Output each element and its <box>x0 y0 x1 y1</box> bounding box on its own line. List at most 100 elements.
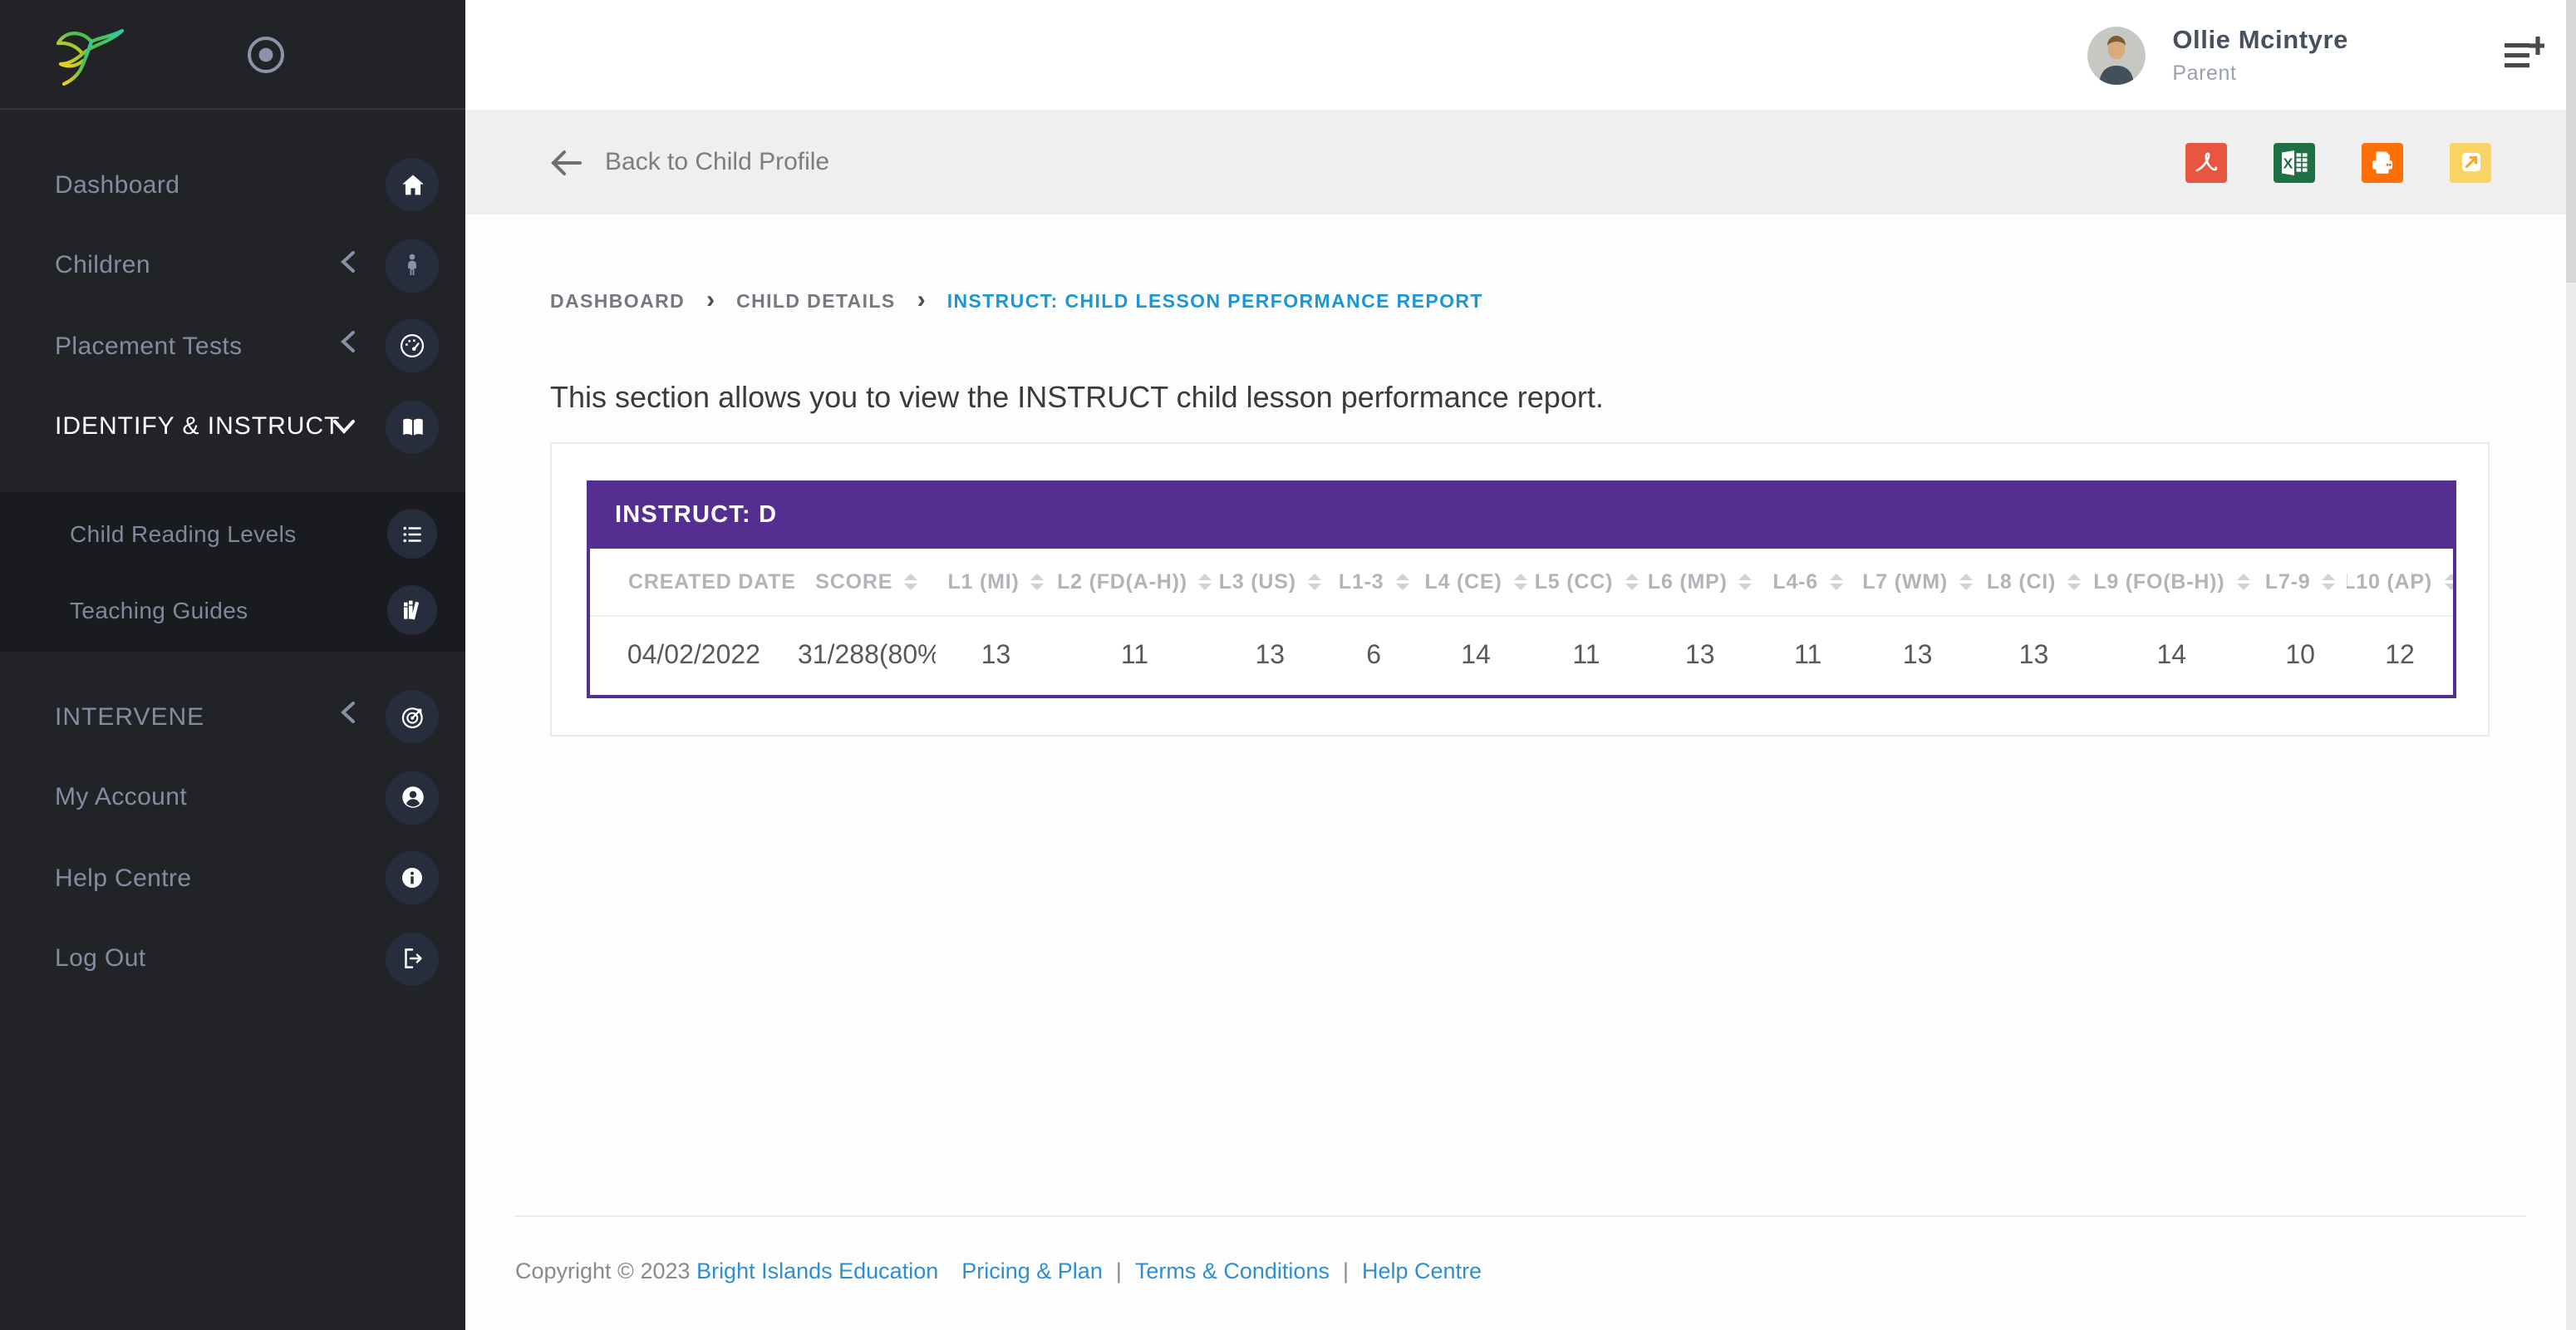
cell-value: 13 <box>2019 641 2049 671</box>
report-card: INSTRUCT: D CREATED DATE SCORE L1 (MI)L2 (… <box>550 442 2490 736</box>
sort-icon[interactable] <box>1396 574 1409 590</box>
book-open-icon[interactable] <box>386 401 439 454</box>
sort-icon[interactable] <box>1959 574 1973 590</box>
sidebar-item-my-account[interactable]: My Account <box>0 757 465 838</box>
column-header-l4-6[interactable]: L4-6 <box>1759 549 1857 615</box>
sidebar-item-children[interactable]: Children <box>0 225 465 306</box>
sidebar-item-label: My Account <box>55 784 187 812</box>
table-cell: 14 <box>2089 617 2254 695</box>
back-arrow-icon <box>550 149 582 175</box>
column-header-l7-wm[interactable]: L7 (WM) <box>1857 549 1979 615</box>
table-row: 04/02/2022231/288(80%)131113614111311131… <box>590 617 2453 695</box>
add-list-icon[interactable] <box>2505 37 2544 73</box>
logout-icon[interactable] <box>386 933 439 986</box>
cell-value: 11 <box>1121 641 1148 671</box>
table-header-row: CREATED DATE SCORE L1 (MI)L2 (FD(A-H))L3 (… <box>590 549 2453 617</box>
sidebar-item-label: Placement Tests <box>55 332 243 361</box>
sort-icon[interactable] <box>1739 574 1753 590</box>
sort-icon[interactable] <box>2236 574 2249 590</box>
avatar[interactable] <box>2087 26 2146 84</box>
list-icon[interactable] <box>387 509 437 559</box>
sidebar-collapse-toggle-icon[interactable] <box>244 33 288 76</box>
user-icon[interactable] <box>386 771 439 825</box>
page-scrollbar[interactable] <box>2566 0 2576 1330</box>
sidebar-item-intervene[interactable]: INTERVENE <box>0 677 465 757</box>
column-header-label: L5 (CC) <box>1535 570 1614 594</box>
sidebar-item-help-centre[interactable]: Help Centre <box>0 838 465 919</box>
column-header-l10-ap[interactable]: L10 (AP) <box>2347 549 2453 615</box>
info-icon[interactable] <box>386 852 439 905</box>
column-header-l4-ce[interactable]: L4 (CE) <box>1420 549 1531 615</box>
sort-icon[interactable] <box>1514 574 1527 590</box>
excel-export-icon[interactable]: X <box>2274 142 2315 182</box>
column-header-label: L3 (US) <box>1219 570 1296 594</box>
column-header-l2-fd-a-h[interactable]: L2 (FD(A-H)) <box>1057 549 1213 615</box>
secondary-toolbar: Back to Child Profile X <box>465 110 2576 214</box>
sort-icon[interactable] <box>1625 574 1638 590</box>
column-header-l5-cc[interactable]: L5 (CC) <box>1531 549 1641 615</box>
column-header-l8-ci[interactable]: L8 (CI) <box>1979 549 2090 615</box>
column-header-l9-fo-b-h[interactable]: L9 (FO(B-H)) <box>2089 549 2254 615</box>
cell-value: 14 <box>1461 641 1491 671</box>
column-header-score[interactable]: SCORE <box>798 549 936 615</box>
intro-text: This section allows you to view the INST… <box>550 381 2491 416</box>
column-header-l3-us[interactable]: L3 (US) <box>1212 549 1327 615</box>
sort-icon[interactable] <box>1308 574 1321 590</box>
sidebar-logo-row <box>0 0 465 110</box>
sidebar-item-identify-instruct[interactable]: IDENTIFY & INSTRUCT <box>0 387 465 467</box>
sidebar-item-label: INTERVENE <box>55 703 204 732</box>
sort-icon[interactable] <box>2444 574 2453 590</box>
user-menu[interactable]: Ollie Mcintyre Parent <box>2087 0 2544 110</box>
column-header-l1-mi[interactable]: L1 (MI) <box>936 549 1057 615</box>
breadcrumb-item-child-details[interactable]: CHILD DETAILS <box>736 292 896 312</box>
sidebar-item-log-out[interactable]: Log Out <box>0 919 465 999</box>
sidebar-item-teaching-guides[interactable]: Teaching Guides <box>0 572 465 648</box>
breadcrumb-active-item: INSTRUCT: CHILD LESSON PERFORMANCE REPOR… <box>947 292 1483 312</box>
sidebar-item-child-reading-levels[interactable]: Child Reading Levels <box>0 495 465 572</box>
column-header-label: L1-3 <box>1339 570 1384 594</box>
cell-value: 10 <box>2285 641 2315 671</box>
footer-link-pricing-plan[interactable]: Pricing & Plan <box>961 1258 1103 1283</box>
column-header-created-date[interactable]: CREATED DATE <box>590 549 798 615</box>
footer-inner: Copyright © 2023 Bright Islands Educatio… <box>515 1258 1482 1283</box>
table-title: INSTRUCT: D <box>615 501 777 528</box>
back-to-child-profile-link[interactable]: Back to Child Profile <box>550 148 829 176</box>
cell-value: 13 <box>1685 641 1715 671</box>
footer-link-help-centre[interactable]: Help Centre <box>1362 1258 1482 1283</box>
column-header-label: SCORE <box>815 570 892 594</box>
footer-link-brand[interactable]: Bright Islands Education <box>696 1258 938 1283</box>
column-header-label: L10 (AP) <box>2347 570 2432 594</box>
gauge-icon[interactable] <box>386 320 439 373</box>
home-icon[interactable] <box>386 159 439 212</box>
column-header-l6-mp[interactable]: L6 (MP) <box>1641 549 1759 615</box>
pdf-export-icon[interactable] <box>2185 142 2227 182</box>
breadcrumb-item-dashboard[interactable]: DASHBOARD <box>550 292 685 312</box>
sidebar-item-dashboard[interactable]: Dashboard <box>0 145 465 225</box>
page-scrollbar-thumb[interactable] <box>2566 0 2576 283</box>
print-icon[interactable] <box>2362 142 2403 182</box>
sidebar-item-label: Log Out <box>55 945 146 973</box>
column-header-l1-3[interactable]: L1-3 <box>1327 549 1420 615</box>
sort-icon[interactable] <box>1031 574 1045 590</box>
column-header-label: L6 (MP) <box>1648 570 1728 594</box>
child-icon[interactable] <box>386 239 439 293</box>
sort-icon[interactable] <box>2323 574 2336 590</box>
sort-icon[interactable] <box>2067 574 2081 590</box>
sort-icon[interactable] <box>904 574 917 590</box>
user-role: Parent <box>2172 61 2348 84</box>
footer-link-terms-conditions[interactable]: Terms & Conditions <box>1135 1258 1330 1283</box>
target-icon[interactable] <box>386 691 439 744</box>
sidebar-nav-upper: DashboardChildren Placement Tests IDENTIFY… <box>0 145 465 467</box>
column-header-label: L4 (CE) <box>1425 570 1502 594</box>
sort-icon[interactable] <box>1199 574 1212 590</box>
back-link-label: Back to Child Profile <box>605 148 829 176</box>
sort-icon[interactable] <box>1830 574 1843 590</box>
sidebar-submenu: Child Reading LevelsTeaching Guides <box>0 492 465 652</box>
sidebar-item-placement-tests[interactable]: Placement Tests <box>0 306 465 387</box>
books-icon[interactable] <box>387 585 437 635</box>
expand-icon[interactable] <box>2450 142 2491 182</box>
table-cell: 04/02/2022 <box>590 617 798 695</box>
footer-separator: | <box>1116 1258 1122 1283</box>
hummingbird-logo-icon[interactable] <box>45 22 128 91</box>
column-header-l7-9[interactable]: L7-9 <box>2254 549 2347 615</box>
